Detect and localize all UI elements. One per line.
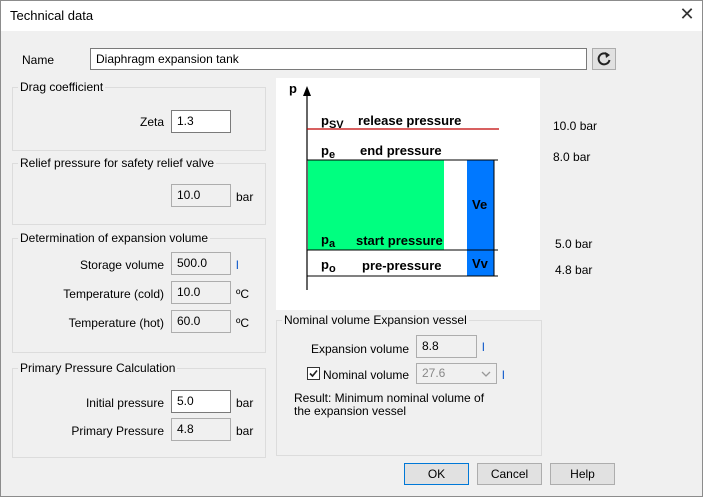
primary-pressure-unit: bar (236, 424, 254, 438)
window-title: Technical data (10, 8, 94, 23)
title-bar (0, 0, 703, 31)
chevron-down-icon (481, 371, 491, 377)
expansion-volume-field[interactable]: 8.8 (416, 335, 477, 358)
axis-label: p (289, 81, 297, 96)
refresh-icon (597, 52, 611, 66)
initial-pressure-label: Initial pressure (85, 396, 164, 410)
nominal-volume-value: 27.6 (422, 366, 446, 380)
nominal-volume-checkbox[interactable] (307, 367, 320, 380)
pre-pressure-value: 4.8 bar (555, 263, 593, 277)
initial-pressure-input[interactable]: 5.0 (171, 390, 231, 413)
primary-group (12, 368, 266, 458)
name-field[interactable]: Diaphragm expansion tank (90, 48, 587, 70)
pressure-diagram-svg: p pSV release pressure pe end pressure p… (289, 81, 499, 290)
name-label: Name (22, 53, 55, 67)
release-pressure-text: release pressure (358, 113, 461, 128)
pe-symbol: pe (321, 143, 335, 161)
temp-cold-unit: ºC (236, 287, 250, 301)
drag-group-label: Drag coefficient (18, 80, 106, 94)
end-pressure-text: end pressure (360, 143, 442, 158)
pressure-diagram: p pSV release pressure pe end pressure p… (276, 78, 540, 310)
relief-pressure-field[interactable]: 10.0 (171, 184, 231, 207)
vv-label: Vv (472, 256, 489, 271)
nominal-group (276, 320, 542, 456)
temp-hot-label: Temperature (hot) (68, 316, 164, 330)
storage-volume-field[interactable]: 500.0 (171, 252, 231, 275)
temp-hot-unit: ºC (236, 316, 250, 330)
ok-button[interactable]: OK (404, 463, 469, 485)
expansion-volume-unit: l (482, 340, 485, 354)
release-pressure-value: 10.0 bar (553, 119, 598, 133)
nominal-group-label: Nominal volume Expansion vessel (282, 313, 469, 327)
start-pressure-text: start pressure (356, 233, 443, 248)
primary-pressure-field[interactable]: 4.8 (171, 418, 231, 441)
psv-symbol: pSV (321, 113, 344, 131)
zeta-input[interactable]: 1.3 (171, 110, 231, 133)
expansion-volume-label: Expansion volume (310, 342, 409, 356)
nominal-volume-label: Nominal volume (323, 368, 410, 382)
expansion-group-label: Determination of expansion volume (18, 231, 211, 245)
temp-hot-field[interactable]: 60.0 (171, 310, 231, 333)
refresh-button[interactable] (592, 48, 616, 70)
axis-arrow (303, 86, 311, 96)
result-text: Result: Minimum nominal volume of the ex… (294, 391, 485, 418)
help-button[interactable]: Help (550, 463, 615, 485)
ve-label: Ve (472, 197, 487, 212)
relief-group-label: Relief pressure for safety relief valve (18, 156, 217, 170)
storage-volume-unit: l (236, 258, 239, 272)
initial-pressure-unit: bar (236, 396, 254, 410)
cancel-button[interactable]: Cancel (477, 463, 542, 485)
check-icon (309, 369, 318, 378)
temp-cold-field[interactable]: 10.0 (171, 281, 231, 304)
close-icon[interactable]: ✕ (678, 4, 696, 24)
storage-volume-label: Storage volume (79, 258, 164, 272)
nominal-volume-unit: l (502, 368, 505, 382)
pre-pressure-text: pre-pressure (362, 258, 441, 273)
relief-unit: bar (236, 190, 254, 204)
start-pressure-value: 5.0 bar (555, 237, 593, 251)
primary-group-label: Primary Pressure Calculation (18, 361, 178, 375)
nominal-volume-select[interactable]: 27.6 (416, 363, 497, 384)
temp-cold-label: Temperature (cold) (63, 287, 164, 301)
zeta-label: Zeta (139, 115, 164, 129)
primary-pressure-label: Primary Pressure (71, 424, 164, 438)
end-pressure-value: 8.0 bar (553, 150, 591, 164)
po-symbol: po (321, 257, 336, 275)
